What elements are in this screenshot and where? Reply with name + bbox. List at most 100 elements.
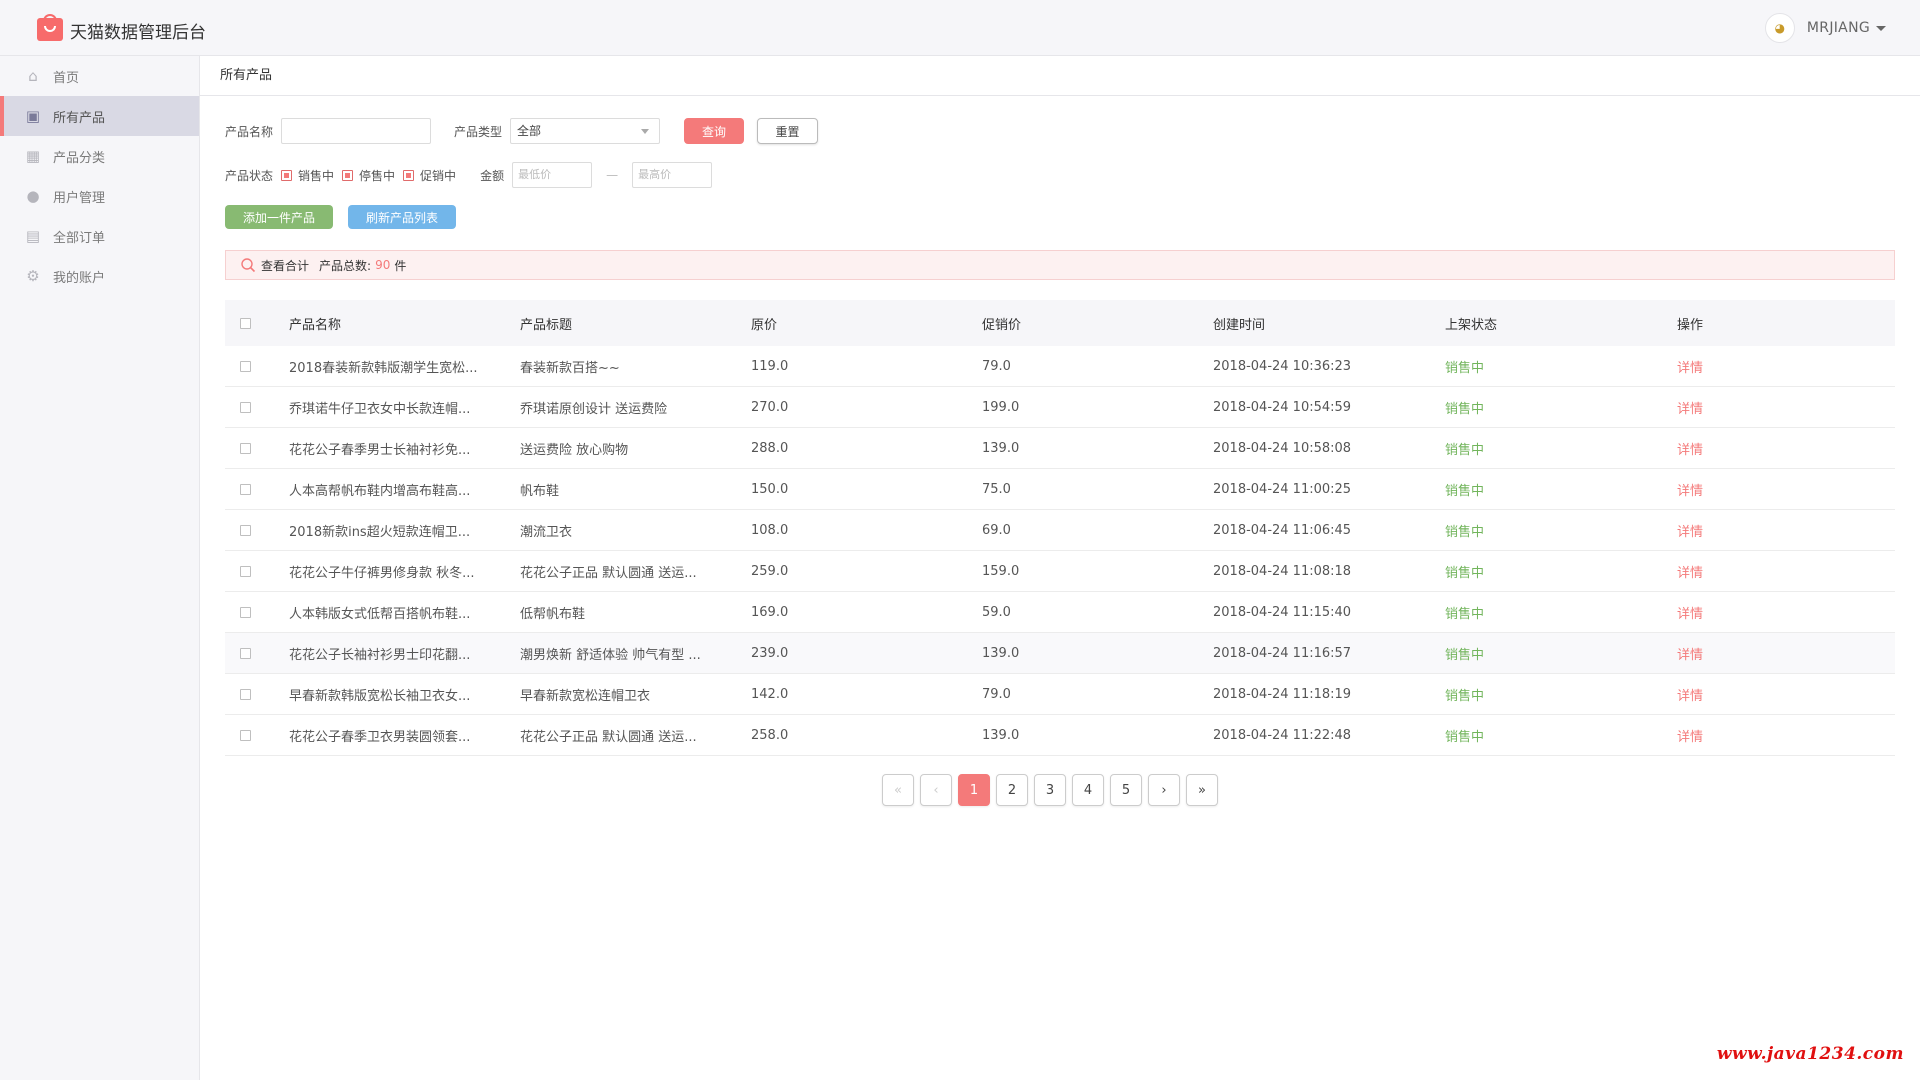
table-row[interactable]: 早春新款韩版宽松长袖卫衣女... 早春新款宽松连帽卫衣 142.0 79.0 2018-…: [225, 674, 1895, 715]
range-separator: —: [606, 168, 619, 182]
gear-icon: ⚙: [26, 267, 40, 285]
user-icon: ●: [26, 187, 40, 205]
row-checkbox[interactable]: [240, 401, 251, 413]
detail-link[interactable]: 详情: [1677, 689, 1703, 704]
product-name-cell: 2018新款ins超火短款连帽卫...: [289, 524, 471, 540]
status-filter-label: 产品状态: [225, 168, 274, 183]
table-row[interactable]: 2018新款ins超火短款连帽卫... 潮流卫衣 108.0 69.0 2018-04-…: [225, 510, 1895, 551]
price-cell: 239.0: [751, 645, 789, 661]
created-time-cell: 2018-04-24 11:16:57: [1213, 645, 1352, 661]
row-checkbox[interactable]: [240, 565, 251, 577]
column-header[interactable]: 上架状态: [1445, 314, 1677, 333]
add-product-button[interactable]: 添加一件产品: [225, 205, 333, 229]
sidebar-item-home[interactable]: ⌂ 首页: [0, 56, 199, 96]
sidebar-item-account[interactable]: ⚙ 我的账户: [0, 256, 199, 296]
list-icon: ▤: [25, 227, 41, 245]
page-button[interactable]: 2: [996, 774, 1028, 806]
caret-down-icon[interactable]: [1876, 25, 1886, 31]
detail-link[interactable]: 详情: [1677, 566, 1703, 581]
table-row[interactable]: 人本高帮帆布鞋内增高布鞋高... 帆布鞋 150.0 75.0 2018-04-24 1…: [225, 469, 1895, 510]
search-icon: [241, 258, 256, 273]
max-price-input[interactable]: 最高价: [632, 162, 713, 188]
price-cell: 169.0: [751, 604, 789, 620]
row-checkbox[interactable]: [240, 483, 251, 495]
detail-link[interactable]: 详情: [1677, 443, 1703, 458]
table-row[interactable]: 2018春装新款韩版潮学生宽松... 春装新款百搭~~ 119.0 79.0 2018-…: [225, 346, 1895, 387]
status-stopped-checkbox[interactable]: [342, 169, 354, 181]
reset-button[interactable]: 重置: [757, 118, 819, 144]
status-cell: 销售中: [1445, 524, 1485, 540]
price-cell: 119.0: [751, 358, 789, 374]
created-time-cell: 2018-04-24 10:36:23: [1213, 358, 1352, 374]
table-header: 产品名称 产品标题 原价 促销价 创建时间 上架状态 操作: [225, 300, 1895, 346]
promo-price-cell: 139.0: [982, 645, 1020, 661]
status-option-label: 停售中: [359, 168, 396, 183]
row-checkbox[interactable]: [240, 688, 251, 700]
sidebar-item-categories[interactable]: ▦ 产品分类: [0, 136, 199, 176]
table-row[interactable]: 花花公子春季男士长袖衬衫免... 送运费险 放心购物 288.0 139.0 2018-…: [225, 428, 1895, 469]
column-header[interactable]: 原价: [751, 314, 982, 333]
price-cell: 258.0: [751, 727, 789, 743]
query-button[interactable]: 查询: [684, 118, 745, 144]
product-title-cell: 潮男焕新 舒适体验 帅气有型 ...: [520, 647, 701, 663]
column-header[interactable]: 促销价: [982, 314, 1213, 333]
detail-link[interactable]: 详情: [1677, 402, 1703, 417]
status-cell: 销售中: [1445, 442, 1485, 458]
created-time-cell: 2018-04-24 10:54:59: [1213, 399, 1352, 415]
username[interactable]: MRJIANG: [1807, 20, 1870, 36]
product-name-cell: 乔琪诺牛仔卫衣女中长款连帽...: [289, 401, 471, 417]
row-checkbox[interactable]: [240, 647, 251, 659]
product-name-input[interactable]: [281, 118, 432, 144]
table-row[interactable]: 乔琪诺牛仔卫衣女中长款连帽... 乔琪诺原创设计 送运费险 270.0 199.0 20…: [225, 387, 1895, 428]
sidebar-item-orders[interactable]: ▤ 全部订单: [0, 216, 199, 256]
table-row[interactable]: 花花公子长袖衬衫男士印花翻... 潮男焕新 舒适体验 帅气有型 ... 239.0 1…: [225, 633, 1895, 674]
filter-row: 产品名称 产品类型 全部 查询 重置: [225, 118, 819, 144]
sidebar: ⌂ 首页 ▣ 所有产品 ▦ 产品分类 ● 用户管理 ▤ 全部订单 ⚙ 我的账户: [0, 56, 200, 1080]
user-menu[interactable]: ◕ MRJIANG: [1764, 13, 1886, 43]
row-checkbox[interactable]: [240, 729, 251, 741]
last-page-button[interactable]: »: [1186, 774, 1218, 806]
column-header[interactable]: 产品标题: [520, 314, 751, 333]
page-button[interactable]: 5: [1110, 774, 1142, 806]
refresh-list-button[interactable]: 刷新产品列表: [348, 205, 456, 229]
promo-price-cell: 75.0: [982, 481, 1011, 497]
status-cell: 销售中: [1445, 565, 1485, 581]
status-filter-row: 产品状态 销售中 停售中 促销中 金额 最低价 — 最高价: [225, 162, 713, 188]
next-page-button[interactable]: ›: [1148, 774, 1180, 806]
detail-link[interactable]: 详情: [1677, 648, 1703, 663]
table-row[interactable]: 花花公子春季卫衣男装圆领套... 花花公子正品 默认圆通 送运... 258.0 13…: [225, 715, 1895, 756]
product-title-cell: 帆布鞋: [520, 483, 560, 499]
page-button[interactable]: 1: [958, 774, 990, 806]
status-option-label: 促销中: [420, 168, 457, 183]
first-page-button[interactable]: «: [882, 774, 914, 806]
avatar[interactable]: ◕: [1764, 13, 1795, 43]
detail-link[interactable]: 详情: [1677, 525, 1703, 540]
detail-link[interactable]: 详情: [1677, 607, 1703, 622]
sidebar-item-products[interactable]: ▣ 所有产品: [0, 96, 199, 136]
detail-link[interactable]: 详情: [1677, 361, 1703, 376]
row-checkbox[interactable]: [240, 524, 251, 536]
table-row[interactable]: 花花公子牛仔裤男修身款 秋冬... 花花公子正品 默认圆通 送运... 259.0 1…: [225, 551, 1895, 592]
column-header[interactable]: 产品名称: [289, 314, 520, 333]
product-name-cell: 人本韩版女式低帮百搭帆布鞋...: [289, 606, 471, 622]
column-header[interactable]: 创建时间: [1213, 314, 1445, 333]
row-checkbox[interactable]: [240, 606, 251, 618]
select-all-checkbox[interactable]: [240, 317, 251, 329]
table-row[interactable]: 人本韩版女式低帮百搭帆布鞋... 低帮帆布鞋 169.0 59.0 2018-04-24…: [225, 592, 1895, 633]
detail-link[interactable]: 详情: [1677, 730, 1703, 745]
product-type-select[interactable]: 全部: [510, 118, 661, 144]
status-promo-checkbox[interactable]: [403, 169, 415, 181]
detail-link[interactable]: 详情: [1677, 484, 1703, 499]
sidebar-item-users[interactable]: ● 用户管理: [0, 176, 199, 216]
watermark: www.java1234.com: [1716, 1044, 1904, 1064]
min-price-input[interactable]: 最低价: [512, 162, 593, 188]
page-button[interactable]: 3: [1034, 774, 1066, 806]
bag-icon: ▣: [25, 107, 41, 125]
promo-price-cell: 139.0: [982, 727, 1020, 743]
page-button[interactable]: 4: [1072, 774, 1104, 806]
row-checkbox[interactable]: [240, 360, 251, 372]
row-checkbox[interactable]: [240, 442, 251, 454]
prev-page-button[interactable]: ‹: [920, 774, 952, 806]
status-selling-checkbox[interactable]: [281, 169, 293, 181]
product-name-cell: 花花公子春季男士长袖衬衫免...: [289, 442, 471, 458]
